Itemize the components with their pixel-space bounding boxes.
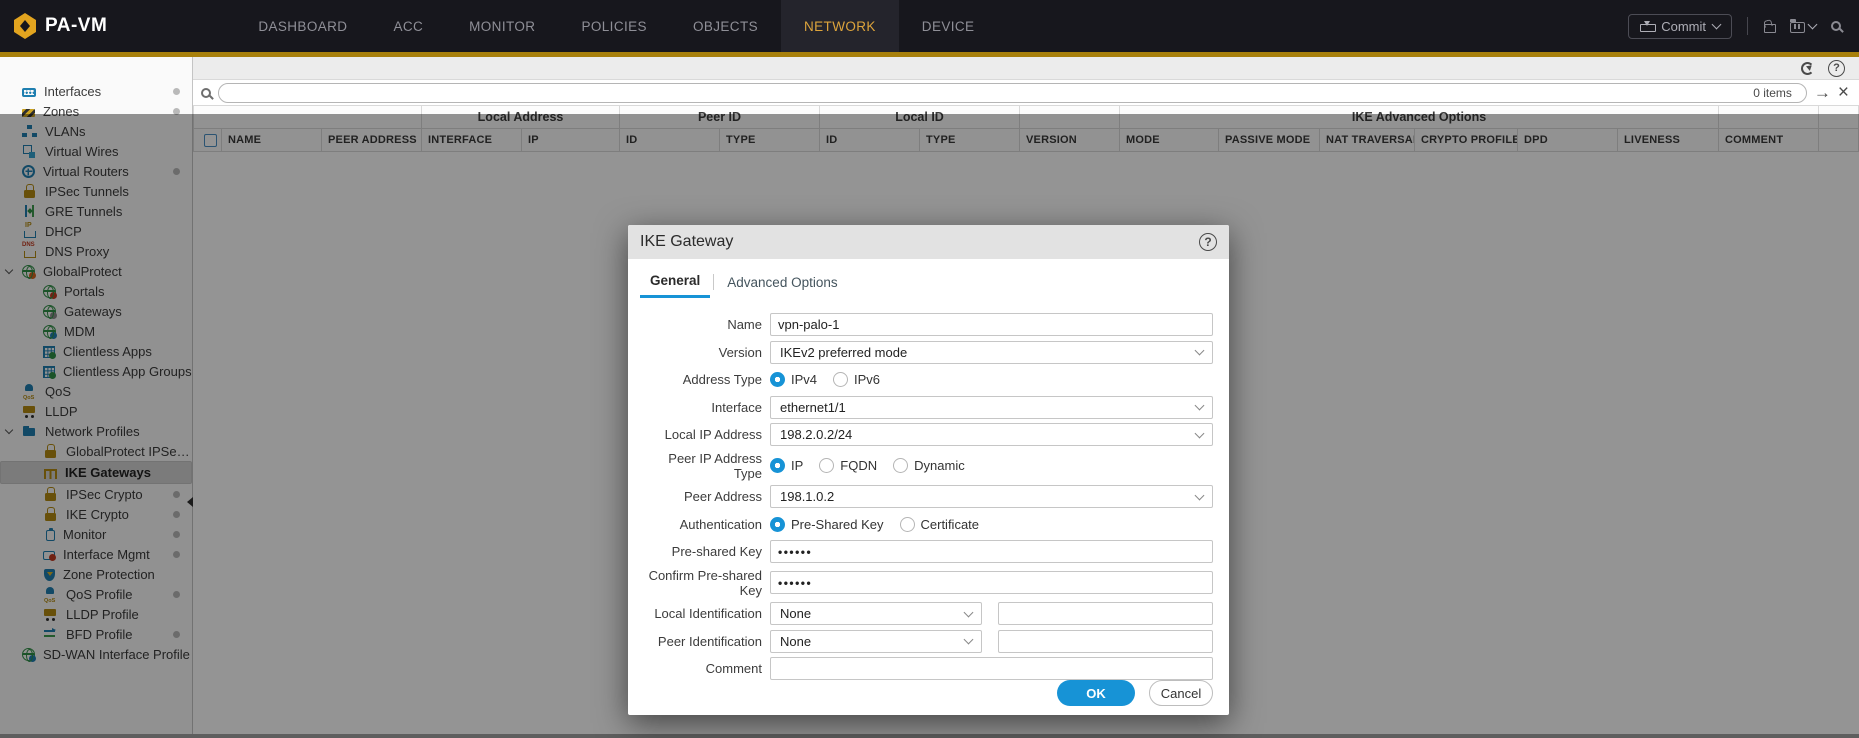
main-nav-tabs: DASHBOARD ACC MONITOR POLICIES OBJECTS N… (235, 0, 997, 52)
comment-input[interactable] (770, 657, 1213, 680)
chevron-down-icon (1195, 490, 1205, 500)
status-dot (173, 88, 180, 95)
version-select[interactable]: IKEv2 preferred mode (770, 341, 1213, 364)
search-input[interactable]: 0 items (218, 83, 1807, 103)
field-confirm-pre-shared-key: Confirm Pre-shared Key (638, 568, 1213, 598)
radio-option-ipv6[interactable]: IPv6 (833, 372, 880, 387)
ip-radio[interactable] (770, 458, 785, 473)
divider (1747, 17, 1748, 35)
nav-tab-objects[interactable]: OBJECTS (670, 0, 781, 52)
peer-identification-select[interactable]: None (770, 630, 982, 653)
field-peer-identification: Peer Identification None (638, 630, 1213, 653)
nav-tab-dashboard[interactable]: DASHBOARD (235, 0, 370, 52)
nav-tab-acc[interactable]: ACC (370, 0, 446, 52)
chevron-down-icon (1712, 20, 1722, 30)
field-version: Version IKEv2 preferred mode (638, 341, 1213, 364)
nav-tab-monitor[interactable]: MONITOR (446, 0, 558, 52)
unlock-icon[interactable] (1763, 20, 1775, 33)
commit-label: Commit (1661, 19, 1706, 34)
items-count: 0 items (1753, 86, 1792, 100)
nav-tab-network[interactable]: NETWORK (781, 0, 899, 52)
radio-option-pre-shared-key[interactable]: Pre-Shared Key (770, 517, 884, 532)
commit-button[interactable]: Commit (1628, 14, 1732, 39)
apply-filter-arrow-icon[interactable] (1814, 84, 1831, 101)
brand: PA-VM (14, 13, 107, 39)
interface-select[interactable]: ethernet1/1 (770, 396, 1213, 419)
certificate-radio[interactable] (900, 517, 915, 532)
clear-filter-icon[interactable] (1838, 83, 1849, 102)
chevron-down-icon (1808, 20, 1818, 30)
pre-shared-key-input[interactable] (770, 540, 1213, 563)
field-pre-shared-key: Pre-shared Key (638, 540, 1213, 563)
field-interface: Interface ethernet1/1 (638, 396, 1213, 419)
dialog-body: Name Version IKEv2 preferred mode Addres… (628, 298, 1229, 680)
dynamic-radio[interactable] (893, 458, 908, 473)
config-sync-group[interactable] (1790, 20, 1816, 33)
chevron-down-icon (1195, 346, 1205, 356)
field-comment: Comment (638, 657, 1213, 680)
commit-icon (1640, 21, 1654, 32)
peer-identification-value-input[interactable] (998, 630, 1213, 653)
gold-accent-bar (0, 52, 1859, 57)
refresh-icon[interactable] (1801, 62, 1814, 75)
ok-button[interactable]: OK (1057, 680, 1135, 706)
dialog-tabs: General Advanced Options (628, 259, 1229, 298)
chevron-down-icon (964, 607, 974, 617)
sidebar-item-interfaces[interactable]: Interfaces (0, 81, 192, 101)
palo-alto-logo-icon (14, 13, 36, 39)
device-name: PA-VM (45, 15, 107, 37)
help-icon[interactable] (1828, 60, 1845, 77)
nav-tab-policies[interactable]: POLICIES (558, 0, 669, 52)
tab-general[interactable]: General (640, 269, 710, 298)
ipv6-radio[interactable] (833, 372, 848, 387)
radio-option-dynamic[interactable]: Dynamic (893, 458, 965, 473)
chevron-down-icon (1195, 401, 1205, 411)
search-icon[interactable] (1831, 21, 1841, 31)
field-name: Name (638, 313, 1213, 336)
name-input[interactable] (770, 313, 1213, 336)
content-toolbar (193, 57, 1859, 79)
local-ip-address-select[interactable]: 198.2.0.2/24 (770, 423, 1213, 446)
ike-gateway-dialog: IKE Gateway General Advanced Options Nam… (628, 225, 1229, 715)
topbar-actions: Commit (1628, 14, 1841, 39)
tab-advanced-options[interactable]: Advanced Options (717, 271, 847, 297)
ipv4-radio[interactable] (770, 372, 785, 387)
dialog-title-bar: IKE Gateway (628, 225, 1229, 259)
chevron-down-icon (1195, 428, 1205, 438)
dialog-title: IKE Gateway (640, 233, 733, 251)
chevron-down-icon (964, 635, 974, 645)
interfaces-icon (22, 88, 36, 97)
radio-option-ipv4[interactable]: IPv4 (770, 372, 817, 387)
field-peer-ip-address-type: Peer IP Address Type IP FQDN Dynamic (638, 451, 1213, 481)
top-navigation-bar: PA-VM DASHBOARD ACC MONITOR POLICIES OBJ… (0, 0, 1859, 52)
fqdn-radio[interactable] (819, 458, 834, 473)
confirm-pre-shared-key-input[interactable] (770, 571, 1213, 594)
peer-address-select[interactable]: 198.1.0.2 (770, 485, 1213, 508)
search-icon (201, 88, 211, 98)
local-identification-value-input[interactable] (998, 602, 1213, 625)
radio-option-ip[interactable]: IP (770, 458, 803, 473)
local-identification-select[interactable]: None (770, 602, 982, 625)
nav-tab-device[interactable]: DEVICE (899, 0, 998, 52)
field-address-type: Address Type IPv4 IPv6 (638, 368, 1213, 391)
radio-option-certificate[interactable]: Certificate (900, 517, 980, 532)
filter-bar: 0 items (193, 79, 1859, 105)
field-local-identification: Local Identification None (638, 602, 1213, 625)
field-peer-address: Peer Address 198.1.0.2 (638, 485, 1213, 508)
dialog-help-icon[interactable] (1199, 233, 1217, 251)
config-sync-icon (1790, 22, 1805, 33)
radio-option-fqdn[interactable]: FQDN (819, 458, 877, 473)
field-local-ip-address: Local IP Address 198.2.0.2/24 (638, 423, 1213, 446)
tab-divider (713, 274, 714, 290)
pre-shared-key-radio[interactable] (770, 517, 785, 532)
field-authentication: Authentication Pre-Shared Key Certificat… (638, 513, 1213, 536)
cancel-button[interactable]: Cancel (1149, 680, 1213, 706)
dialog-footer: OK Cancel (628, 680, 1229, 721)
bottom-edge-bar (0, 734, 1859, 738)
